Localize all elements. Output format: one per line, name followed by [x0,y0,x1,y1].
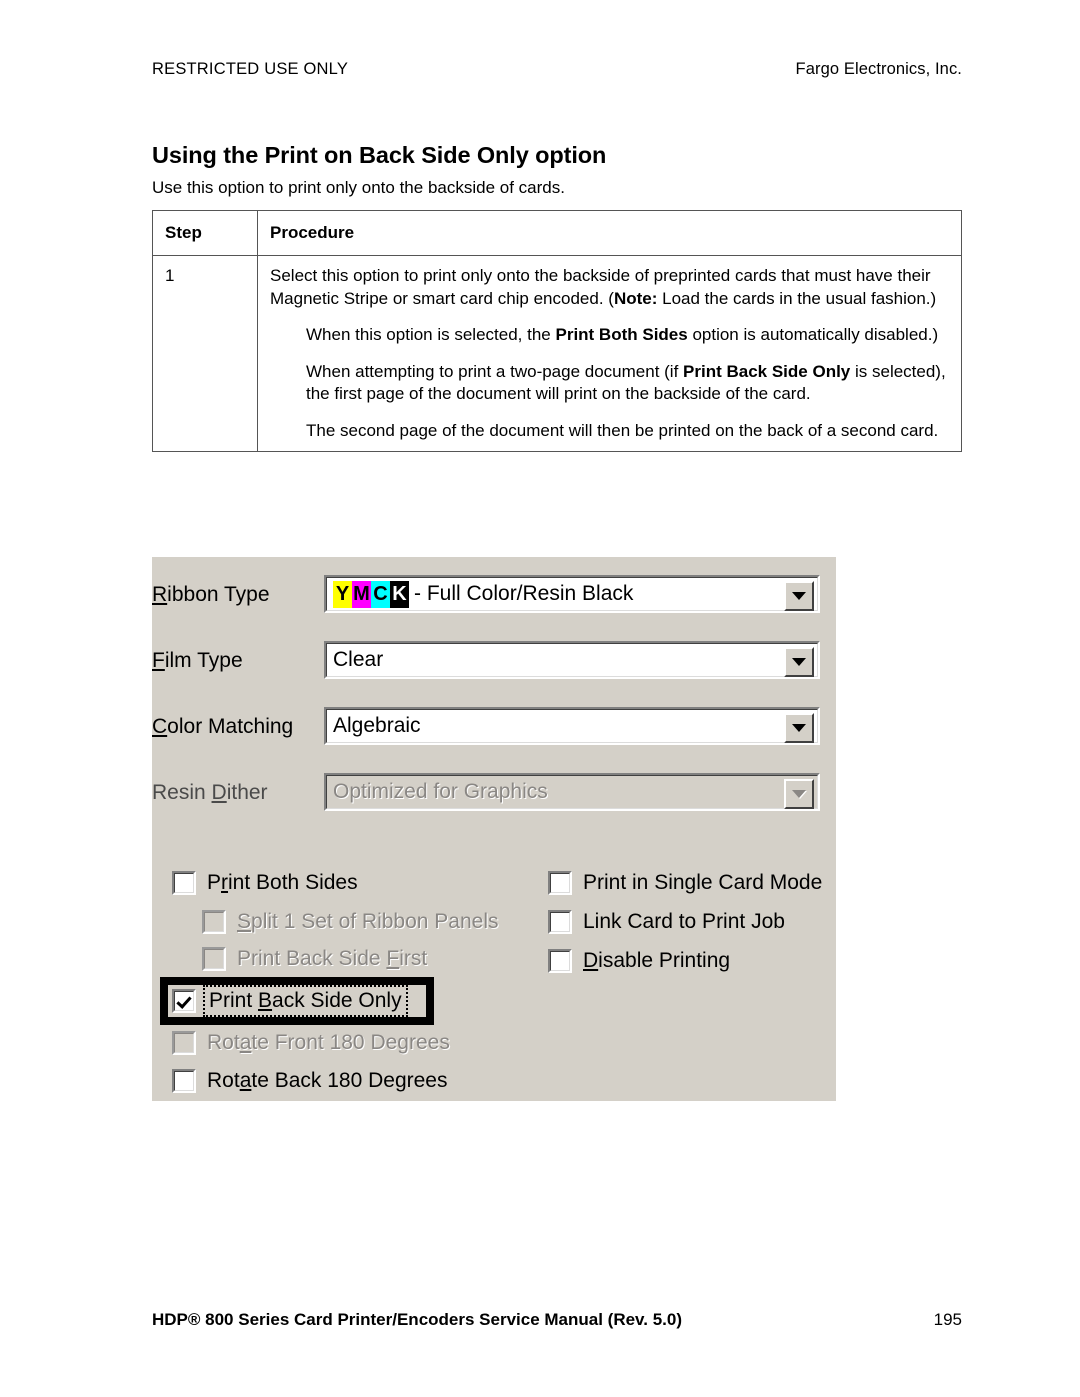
combobox-value-text: Algebraic [333,714,421,737]
intro-paragraph: Use this option to print only onto the b… [152,178,565,197]
footer-manual-title: HDP® 800 Series Card Printer/Encoders Se… [152,1310,682,1329]
combobox-color-matching[interactable]: Algebraic [324,707,820,745]
table-header-row: Step Procedure [152,209,962,257]
procedure-paragraph: The second page of the document will the… [306,420,949,442]
checkbox-label: Rotate Back 180 Degrees [207,1069,448,1092]
checkbox-row-disable-printing[interactable]: Disable Printing [548,945,730,977]
dialog-field-row: Ribbon Type Y M C K - Full Color/Resin Black [152,575,836,615]
checkbox-input[interactable] [548,949,572,973]
field-label: Ribbon Type [152,583,270,606]
combobox-inner: Algebraic [326,709,818,743]
dialog-field-row: Film Type Clear [152,641,836,681]
table-row: 1 Select this option to print only onto t… [152,255,962,453]
field-label: Film Type [152,649,243,672]
emphasis-text: Print Both Sides [555,325,688,345]
emphasis-text: Note: [613,288,658,308]
procedure-table: Step Procedure 1 Select this option to pr… [152,209,962,453]
checkbox-label: Rotate Front 180 Degrees [207,1031,450,1054]
field-label: Color Matching [152,715,294,738]
checkbox-label: Print in Single Card Mode [583,871,823,894]
printer-driver-dialog: Ribbon Type Y M C K - Full Color/Resin Black F… [152,557,836,1101]
page-title: Using the Print on Back Side Only option [152,141,607,168]
checkbox-input [202,910,226,934]
header-left-text: RESTRICTED USE ONLY [152,60,349,78]
combobox-inner: Clear [326,643,818,677]
procedure-paragraph: When this option is selected, the Print … [306,324,949,346]
combobox-value-text: - Full Color/Resin Black [414,582,634,605]
ribbon-panel-k: K [390,580,409,608]
field-label: Resin Dither [152,781,268,804]
body-text: The second page of the document will the… [306,420,939,440]
body-text: Load the cards in the usual fashion.) [657,288,937,308]
checkbox-input[interactable] [548,871,572,895]
table-cell-procedure: Select this option to print only onto th… [257,255,962,453]
checkbox-row-print-back-side-only[interactable]: Print Back Side Only [172,985,408,1017]
ribbon-panel-c: C [371,580,390,608]
checkbox-input[interactable] [548,910,572,934]
procedure-paragraph: Select this option to print only onto th… [270,265,949,310]
column-header-procedure: Procedure [257,209,962,257]
checkbox-label: Print Back Side First [237,947,428,970]
combobox-value-text: Clear [333,648,384,671]
chevron-down-icon[interactable] [784,713,814,743]
body-text: When attempting to print a two-page docu… [306,361,684,381]
checkbox-label: Print Back Side Only [203,985,408,1017]
chevron-down-icon[interactable] [784,647,814,677]
combobox-value: Algebraic [327,714,421,738]
page-header: RESTRICTED USE ONLY Fargo Electronics, I… [152,60,962,79]
table-cell-step: 1 [152,255,258,453]
checkbox-row-print-both-sides[interactable]: Print Both Sides [172,867,358,899]
ymck-ribbon-badge: YMCK [333,580,409,608]
combobox-value-text: Optimized for Graphics [333,780,548,803]
body-text: When this option is selected, the [306,325,556,345]
checkbox-row-rotate-back-180-degrees[interactable]: Rotate Back 180 Degrees [172,1065,448,1097]
header-right-text: Fargo Electronics, Inc. [795,60,962,78]
combobox-value: Optimized for Graphics [327,780,548,804]
ribbon-panel-y: Y [333,580,352,608]
combobox-inner: Optimized for Graphics [326,775,818,809]
combobox-film-type[interactable]: Clear [324,641,820,679]
footer-page-number: 195 [933,1310,962,1329]
dialog-field-row: Resin Dither Optimized for Graphics [152,773,836,813]
checkbox-row-print-back-side-first: Print Back Side First [202,943,427,975]
checkbox-input[interactable] [172,871,196,895]
checkbox-label: Print Both Sides [207,871,358,894]
body-text: option is automatically disabled.) [687,325,939,345]
page-footer: HDP® 800 Series Card Printer/Encoders Se… [152,1310,962,1330]
column-header-step: Step [152,209,258,257]
chevron-down-icon [784,779,814,809]
ribbon-panel-m: M [352,580,371,608]
procedure-paragraph: When attempting to print a two-page docu… [306,361,949,406]
checkbox-label: Split 1 Set of Ribbon Panels [237,910,499,933]
checkbox-label: Disable Printing [583,949,731,972]
emphasis-text: Print Back Side Only [683,361,851,381]
combobox-resin-dither: Optimized for Graphics [324,773,820,811]
checkbox-row-split-1-set-of-ribbon-panels: Split 1 Set of Ribbon Panels [202,906,499,938]
dialog-field-row: Color Matching Algebraic [152,707,836,747]
checkbox-input [172,1031,196,1055]
combobox-value: YMCK- Full Color/Resin Black [327,580,634,608]
chevron-down-icon[interactable] [784,581,814,611]
checkbox-row-print-in-single-card-mode[interactable]: Print in Single Card Mode [548,867,822,899]
combobox-ribbon-type[interactable]: YMCK- Full Color/Resin Black [324,575,820,613]
checkbox-row-rotate-front-180-degrees: Rotate Front 180 Degrees [172,1027,450,1059]
checkbox-input[interactable] [172,1069,196,1093]
combobox-value: Clear [327,648,383,672]
checkbox-label: Link Card to Print Job [583,910,785,933]
checkbox-row-link-card-to-print-job[interactable]: Link Card to Print Job [548,906,785,938]
checkbox-input [202,947,226,971]
checkbox-input[interactable] [172,989,196,1013]
combobox-inner: YMCK- Full Color/Resin Black [326,577,818,611]
